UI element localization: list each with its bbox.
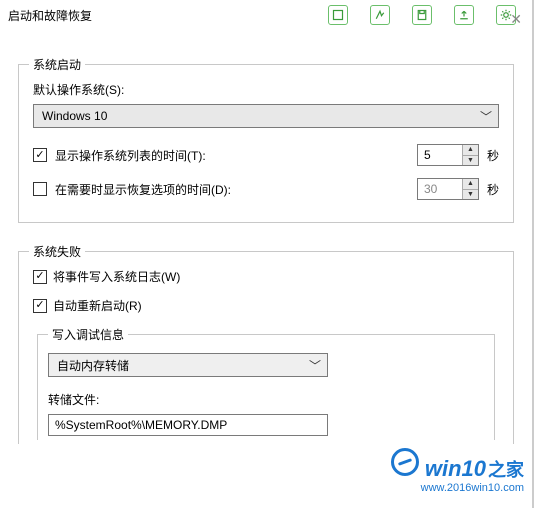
debug-type-value: 自动内存转储 [57,357,129,374]
toolbar-icon-1[interactable] [328,5,348,25]
title-icon-group [328,5,522,25]
system-startup-legend: 系统启动 [29,56,85,73]
debug-info-group: 写入调试信息 自动内存转储 ﹀ 转储文件: %SystemRoot%\MEMOR… [37,334,495,440]
watermark-brand2: 之家 [488,456,524,482]
watermark-brand1: win10 [425,456,486,482]
show-os-list-value: 5 [418,145,462,165]
show-os-list-seconds[interactable]: 5 ▲ ▼ [417,144,479,166]
show-recovery-seconds[interactable]: 30 ▲ ▼ [417,178,479,200]
show-os-list-row: 显示操作系统列表的时间(T): 5 ▲ ▼ 秒 [33,144,499,166]
show-os-list-unit: 秒 [487,147,499,164]
write-event-checkbox[interactable] [33,270,47,284]
spinner-down-icon[interactable]: ▼ [463,155,478,166]
spinner-up-icon[interactable]: ▲ [463,179,478,189]
chevron-down-icon: ﹀ [480,108,492,125]
window-title: 启动和故障恢复 [8,7,92,24]
chevron-down-icon: ﹀ [309,357,321,374]
toolbar-icon-3[interactable] [412,5,432,25]
auto-restart-row: 自动重新启动(R) [33,297,499,314]
dump-file-label: 转储文件: [48,391,484,408]
default-os-label: 默认操作系统(S): [33,81,499,98]
watermark-logo-icon [391,448,419,476]
show-recovery-label: 在需要时显示恢复选项的时间(D): [55,181,231,198]
default-os-value: Windows 10 [42,109,107,123]
dump-file-input[interactable]: %SystemRoot%\MEMORY.DMP [48,414,328,436]
write-event-row: 将事件写入系统日志(W) [33,268,499,285]
show-recovery-checkbox[interactable] [33,182,47,196]
default-os-select[interactable]: Windows 10 ﹀ [33,104,499,128]
show-recovery-unit: 秒 [487,181,499,198]
toolbar-icon-2[interactable] [370,5,390,25]
system-failure-legend: 系统失败 [29,243,85,260]
system-startup-group: 系统启动 默认操作系统(S): Windows 10 ﹀ 显示操作系统列表的时间… [18,64,514,223]
auto-restart-label: 自动重新启动(R) [53,297,142,314]
spinner-up-icon[interactable]: ▲ [463,145,478,155]
debug-info-legend: 写入调试信息 [48,326,128,343]
auto-restart-checkbox[interactable] [33,299,47,313]
show-recovery-row: 在需要时显示恢复选项的时间(D): 30 ▲ ▼ 秒 [33,178,499,200]
toolbar-icon-4[interactable] [454,5,474,25]
system-failure-group: 系统失败 将事件写入系统日志(W) 自动重新启动(R) 写入调试信息 自动内存转… [18,251,514,444]
dump-file-value: %SystemRoot%\MEMORY.DMP [55,418,227,432]
show-recovery-value: 30 [418,179,462,199]
show-os-list-checkbox[interactable] [33,148,47,162]
spinner-down-icon[interactable]: ▼ [463,189,478,200]
watermark-url: www.2016win10.com [421,482,524,494]
titlebar: 启动和故障恢复 [0,0,532,30]
show-os-list-label: 显示操作系统列表的时间(T): [55,147,206,164]
watermark: win10 之家 www.2016win10.com [391,448,524,494]
write-event-label: 将事件写入系统日志(W) [53,268,180,285]
close-icon[interactable]: ✕ [510,12,522,26]
debug-type-select[interactable]: 自动内存转储 ﹀ [48,353,328,377]
